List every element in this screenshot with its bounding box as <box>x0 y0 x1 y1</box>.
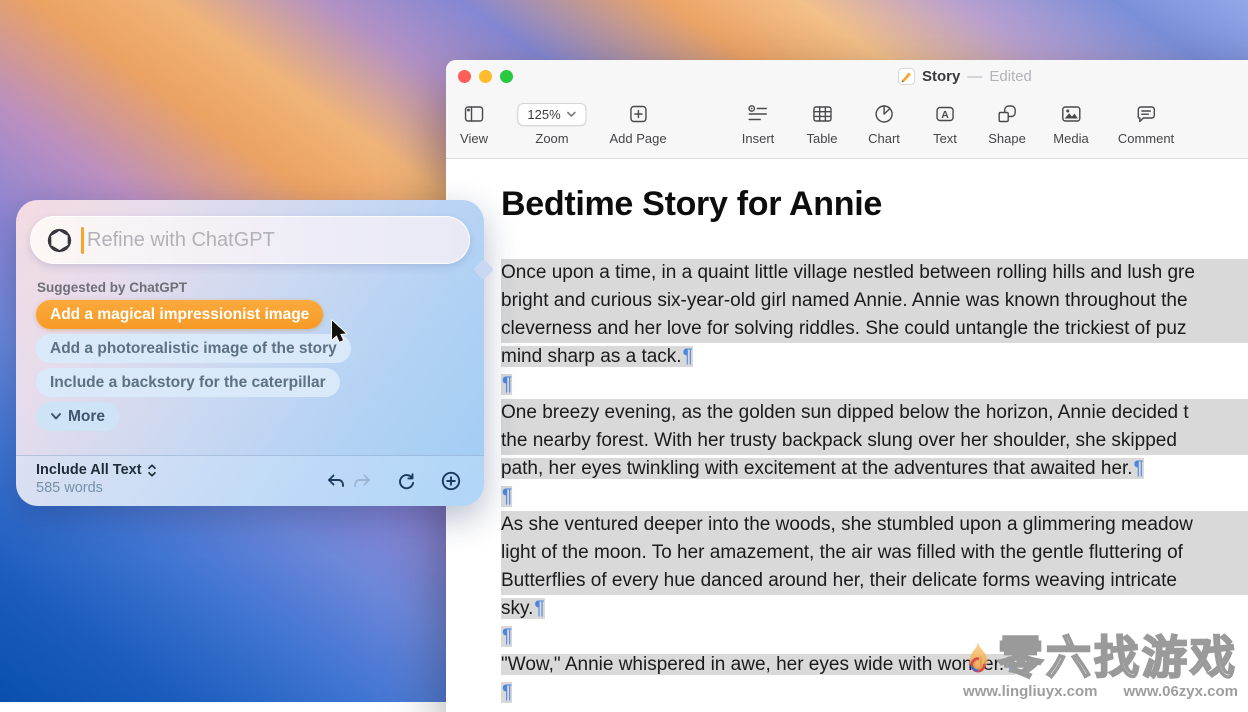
suggestion-magical-impressionist[interactable]: Add a magical impressionist image <box>36 300 323 329</box>
refine-input[interactable]: Refine with ChatGPT <box>30 216 470 264</box>
pilcrow-mark: ¶ <box>502 626 512 647</box>
doc-line-empty: ¶ <box>501 483 1248 511</box>
pilcrow-mark: ¶ <box>683 346 693 367</box>
toolbar-add-page-button[interactable]: Add Page <box>609 100 666 146</box>
suggestion-backstory[interactable]: Include a backstory for the caterpillar <box>36 368 340 397</box>
document-heading: Bedtime Story for Annie <box>501 185 882 224</box>
scope-label: Include All Text <box>36 462 142 478</box>
traffic-lights <box>458 70 513 83</box>
doc-line: mind sharp as a tack.¶ <box>501 343 1248 371</box>
pages-window: Story — Edited View 125% <box>446 60 1248 712</box>
zoom-level-dropdown[interactable]: 125% <box>517 103 586 126</box>
doc-line: One breezy evening, as the golden sun di… <box>501 399 1248 427</box>
window-titlebar: Story — Edited <box>446 60 1248 93</box>
table-grid-icon <box>811 100 833 128</box>
panel-footer: Include All Text 585 words <box>16 455 484 506</box>
refine-input-placeholder: Refine with ChatGPT <box>87 229 275 252</box>
close-button[interactable] <box>458 70 471 83</box>
toolbar-chart-button[interactable]: Chart <box>868 100 900 146</box>
undo-button[interactable] <box>324 469 348 493</box>
doc-line: Butterflies of every hue danced around h… <box>501 567 1248 595</box>
toolbar-shape-button[interactable]: Shape <box>988 100 1026 146</box>
more-button[interactable]: More <box>36 402 119 431</box>
document-title: Story <box>922 68 960 85</box>
doc-line-empty: ¶ <box>501 371 1248 399</box>
toolbar-comment-button[interactable]: Comment <box>1118 100 1174 146</box>
toolbar-insert-button[interactable]: Insert <box>742 100 775 146</box>
zoom-level-value: 125% <box>527 107 560 122</box>
svg-text:A: A <box>941 109 949 121</box>
suggestion-photorealistic[interactable]: Add a photorealistic image of the story <box>36 334 351 363</box>
text-box-icon: A <box>934 100 956 128</box>
pilcrow-mark: ¶ <box>502 486 512 507</box>
toolbar-view-button[interactable]: View <box>460 100 488 146</box>
updown-chevron-icon <box>147 463 157 478</box>
insert-list-icon <box>747 100 769 128</box>
zoom-window-button[interactable] <box>500 70 513 83</box>
toolbar-zoom-control[interactable]: 125% Zoom <box>517 100 586 146</box>
suggestion-list: Add a magical impressionist image Add a … <box>36 300 351 436</box>
doc-line: light of the moon. To her amazement, the… <box>501 539 1248 567</box>
regenerate-button[interactable] <box>394 469 418 493</box>
toolbar-media-button[interactable]: Media <box>1053 100 1088 146</box>
watermark: 零六找游戏 www.lingliuyx.com www.06zyx.com <box>962 635 1238 700</box>
redo-button[interactable] <box>350 469 374 493</box>
pilcrow-mark: ¶ <box>1134 458 1144 479</box>
doc-line: path, her eyes twinkling with excitement… <box>501 455 1248 483</box>
comment-bubble-icon <box>1135 100 1157 128</box>
refresh-icon <box>396 471 417 492</box>
undo-icon <box>325 472 347 491</box>
doc-line: Once upon a time, in a quaint little vil… <box>501 259 1248 287</box>
pilcrow-mark: ¶ <box>502 374 512 395</box>
doc-line: As she ventured deeper into the woods, s… <box>501 511 1248 539</box>
pie-chart-icon <box>873 100 895 128</box>
pilcrow-mark: ¶ <box>534 598 544 619</box>
pilcrow-mark: ¶ <box>502 682 512 703</box>
toolbar-table-button[interactable]: Table <box>806 100 837 146</box>
document-canvas[interactable]: Bedtime Story for Annie Once upon a time… <box>446 159 1248 712</box>
chatgpt-refine-panel: Refine with ChatGPT Suggested by ChatGPT… <box>16 200 484 506</box>
sidebar-view-icon <box>463 100 485 128</box>
chevron-down-icon <box>567 111 577 118</box>
title-separator: — <box>967 68 982 85</box>
doc-line: sky.¶ <box>501 595 1248 623</box>
add-icon <box>440 470 462 492</box>
edited-status: Edited <box>989 68 1032 85</box>
doc-line: cleverness and her love for solving ridd… <box>501 315 1248 343</box>
mouse-cursor <box>326 318 350 351</box>
scope-selector[interactable]: Include All Text 585 words <box>36 462 157 496</box>
shapes-icon <box>996 100 1018 128</box>
suggested-by-label: Suggested by ChatGPT <box>37 280 187 295</box>
add-button[interactable] <box>439 469 463 493</box>
media-photo-icon <box>1060 100 1082 128</box>
doc-line: bright and curious six-year-old girl nam… <box>501 287 1248 315</box>
window-title: Story — Edited <box>898 60 1032 93</box>
flame-logo-icon <box>962 638 994 678</box>
add-page-icon <box>627 100 649 128</box>
word-count: 585 words <box>36 480 157 496</box>
watermark-url-1: www.lingliuyx.com <box>963 683 1097 700</box>
chevron-down-icon <box>50 412 62 421</box>
watermark-url-2: www.06zyx.com <box>1124 683 1239 700</box>
text-caret <box>81 227 84 254</box>
toolbar-text-button[interactable]: A Text <box>933 100 957 146</box>
toolbar: View 125% Zoom Add Page <box>446 93 1248 159</box>
redo-icon <box>351 472 373 491</box>
openai-logo-icon <box>46 227 73 254</box>
watermark-brand: 零六找游戏 <box>998 635 1238 680</box>
pages-document-icon <box>898 68 915 85</box>
minimize-button[interactable] <box>479 70 492 83</box>
doc-line: the nearby forest. With her trusty backp… <box>501 427 1248 455</box>
